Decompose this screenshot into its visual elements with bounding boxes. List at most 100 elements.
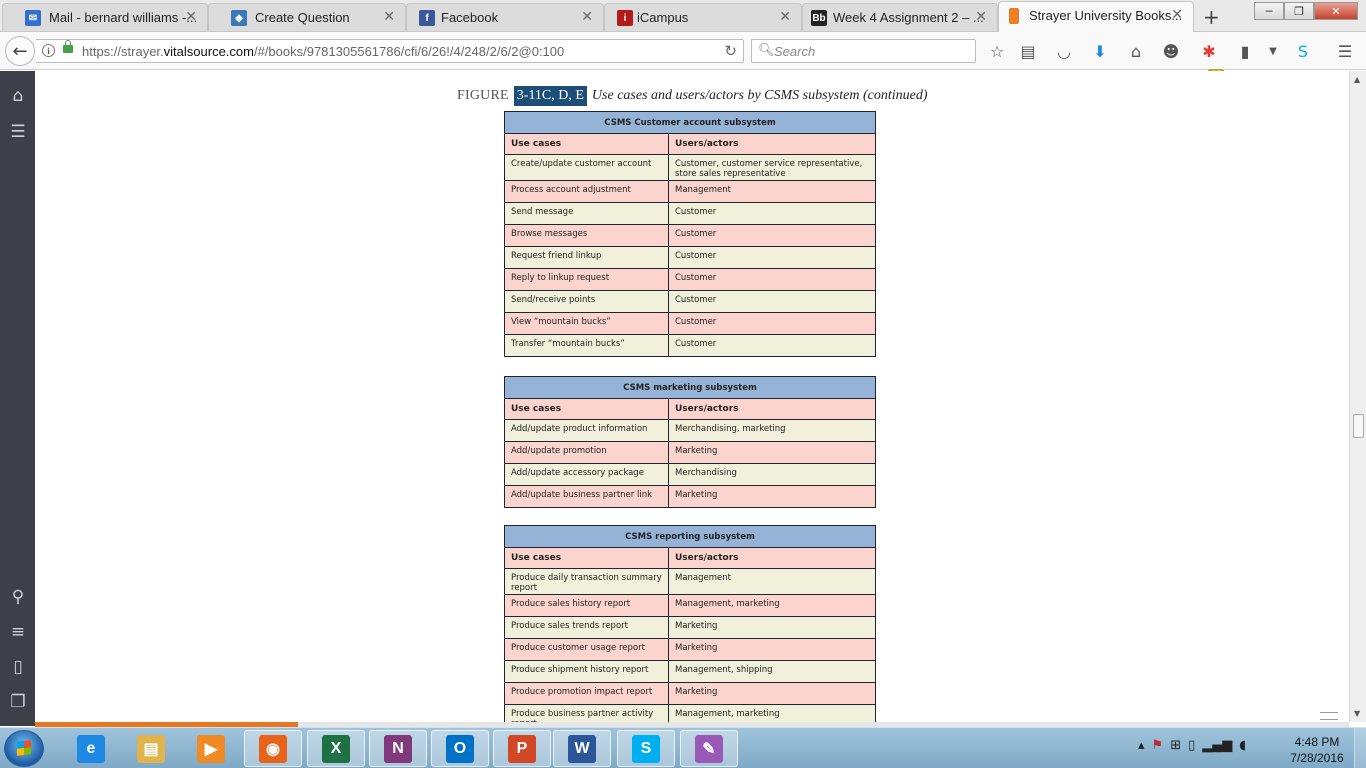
table-row: Produce business partner activity report… [504, 704, 876, 722]
clipboard-icon[interactable]: ▮ [1234, 41, 1256, 61]
tab-icampus[interactable]: i iCampus ✕ [604, 3, 802, 31]
column-header-users-actors: Users/actors [668, 547, 876, 569]
tab-title: Mail - bernard williams -... [49, 10, 198, 25]
address-bar[interactable]: i https://strayer.vitalsource.com/#/book… [36, 39, 744, 63]
taskbar-word-button[interactable]: W [553, 730, 611, 767]
taskbar-paint-button[interactable]: ✎ [680, 730, 738, 767]
table-row: Reply to linkup request Customer [504, 268, 876, 291]
close-tab-icon[interactable]: ✕ [185, 9, 197, 25]
tab-mail[interactable]: ✉ Mail - bernard williams -... ✕ [2, 3, 208, 31]
reading-list-icon[interactable]: ▤ [1017, 41, 1039, 61]
customer-account-table: CSMS Customer account subsystem Use cases… [504, 111, 876, 357]
close-tab-icon[interactable]: ✕ [581, 9, 593, 25]
start-button[interactable] [4, 730, 44, 767]
action-center-icon[interactable]: ⚑ [1152, 738, 1164, 753]
onenote-icon: N [384, 734, 412, 763]
taskbar-excel-button[interactable]: X [307, 730, 365, 767]
use-case-cell: Produce business partner activity report [504, 704, 669, 722]
url-text[interactable]: https://strayer.vitalsource.com/#/books/… [82, 44, 564, 59]
tab-create-question[interactable]: ◈ Create Question ✕ [208, 3, 406, 31]
minimize-button[interactable]: ─ [1254, 2, 1284, 20]
bookmark-star-icon[interactable]: ☆ [986, 41, 1008, 61]
battery-icon[interactable]: ▯ [1188, 738, 1195, 753]
close-tab-icon[interactable]: ✕ [1171, 7, 1183, 23]
scroll-up-icon[interactable]: ▲ [1354, 75, 1360, 84]
reporting-table: CSMS reporting subsystem Use cases Users/a… [504, 525, 876, 722]
scroll-thumb[interactable] [1353, 414, 1364, 438]
notes-list-icon[interactable]: ≡ [8, 622, 28, 642]
table-row: Process account adjustment Management [504, 180, 876, 203]
new-tab-button[interactable]: + [1203, 5, 1220, 29]
contents-menu-icon[interactable]: ☰ [8, 122, 28, 142]
tab-week4-assignment[interactable]: Bb Week 4 Assignment 2 – ... ✕ [802, 3, 998, 31]
network-signal-icon[interactable]: ▂▄▆ [1202, 738, 1232, 753]
home-icon[interactable]: ⌂ [1125, 41, 1147, 61]
taskbar-internet-explorer-button[interactable]: e [62, 730, 120, 767]
reload-icon[interactable]: ↻ [724, 42, 737, 60]
tab-facebook[interactable]: f Facebook ✕ [406, 3, 604, 31]
copy-icon[interactable]: ❐ [8, 692, 28, 712]
windows-flag-icon[interactable]: ⊞ [1170, 738, 1181, 753]
taskbar-file-explorer-button[interactable]: ▤ [122, 730, 180, 767]
marketing-table: CSMS marketing subsystem Use cases Users/a… [504, 376, 876, 508]
taskbar-media-player-button[interactable]: ▶ [182, 730, 240, 767]
facebook-icon: f [419, 10, 435, 26]
pocket-icon[interactable]: ◡ [1053, 41, 1075, 61]
tab-title: Week 4 Assignment 2 – ... [833, 10, 984, 25]
actor-cell: Customer [668, 246, 876, 269]
taskbar-onenote-button[interactable]: N [369, 730, 427, 767]
menu-icon[interactable]: ☰ [1334, 41, 1356, 61]
volume-icon[interactable]: ◖ [1239, 738, 1246, 753]
use-case-cell: Produce sales history report [504, 594, 669, 617]
use-case-cell: Produce daily transaction summary report [504, 568, 669, 595]
close-window-button[interactable]: ✕ [1314, 2, 1358, 20]
use-case-cell: Add/update accessory package [504, 463, 669, 486]
close-tab-icon[interactable]: ✕ [975, 9, 987, 25]
page-menu-icon[interactable] [1320, 712, 1338, 720]
addon-icon[interactable]: ✱ [1198, 41, 1220, 61]
skype-toolbar-icon[interactable]: S [1292, 41, 1314, 61]
media-player-icon: ▶ [197, 734, 225, 763]
tab-strayer-books[interactable]: Strayer University Books... ✕ [998, 1, 1194, 32]
tray-expand-icon[interactable]: ▴ [1138, 738, 1145, 753]
actor-cell: Management [668, 568, 876, 595]
table-row: Produce shipment history report Managemen… [504, 660, 876, 683]
vertical-scrollbar[interactable]: ▲ ▼ [1349, 71, 1366, 722]
actor-cell: Marketing [668, 682, 876, 705]
site-info-icon[interactable]: i [42, 44, 55, 57]
book-panel-icon[interactable]: ▯ [8, 657, 28, 677]
show-desktop-button[interactable] [1354, 728, 1366, 768]
scroll-down-icon[interactable]: ▼ [1354, 709, 1360, 718]
navigation-toolbar: ← i https://strayer.vitalsource.com/#/bo… [0, 32, 1366, 79]
window-controls: ─ ❐ ✕ [1254, 2, 1358, 20]
table-row: Create/update customer account Customer, … [504, 154, 876, 181]
column-header-users-actors: Users/actors [668, 133, 876, 155]
icampus-icon: i [617, 10, 633, 26]
search-box[interactable]: 🔍︎ [751, 39, 976, 63]
search-icon[interactable]: ⚲ [8, 587, 28, 607]
figure-number[interactable]: 3-11C, D, E [513, 86, 587, 106]
restore-button[interactable]: ❐ [1284, 2, 1314, 20]
close-tab-icon[interactable]: ✕ [779, 9, 791, 25]
downloads-icon[interactable]: ⬇ [1089, 41, 1111, 61]
taskbar-firefox-button[interactable]: ◉ [244, 730, 302, 767]
actor-cell: Management, marketing [668, 704, 876, 722]
tab-title: Strayer University Books... [1029, 8, 1183, 23]
table-row: Produce daily transaction summary report… [504, 568, 876, 595]
close-tab-icon[interactable]: ✕ [383, 9, 395, 25]
use-case-cell: Add/update promotion [504, 441, 669, 464]
taskbar-powerpoint-button[interactable]: P [493, 730, 551, 767]
lock-icon [63, 40, 73, 53]
dropdown-icon[interactable]: ▼ [1262, 41, 1284, 61]
back-button[interactable]: ← [5, 36, 35, 66]
search-input[interactable] [774, 43, 969, 59]
taskbar-outlook-button[interactable]: O [431, 730, 489, 767]
use-case-cell: Produce sales trends report [504, 616, 669, 639]
actor-cell: Merchandising [668, 463, 876, 486]
mail-icon: ✉ [25, 10, 41, 26]
blackboard-icon: Bb [811, 10, 827, 26]
home-icon[interactable]: ⌂ [8, 86, 28, 106]
chat-icon[interactable]: ☻ [1160, 41, 1182, 61]
taskbar-clock[interactable]: 4:48 PM 7/28/2016 [1287, 734, 1347, 766]
taskbar-skype-button[interactable]: S [617, 730, 675, 767]
